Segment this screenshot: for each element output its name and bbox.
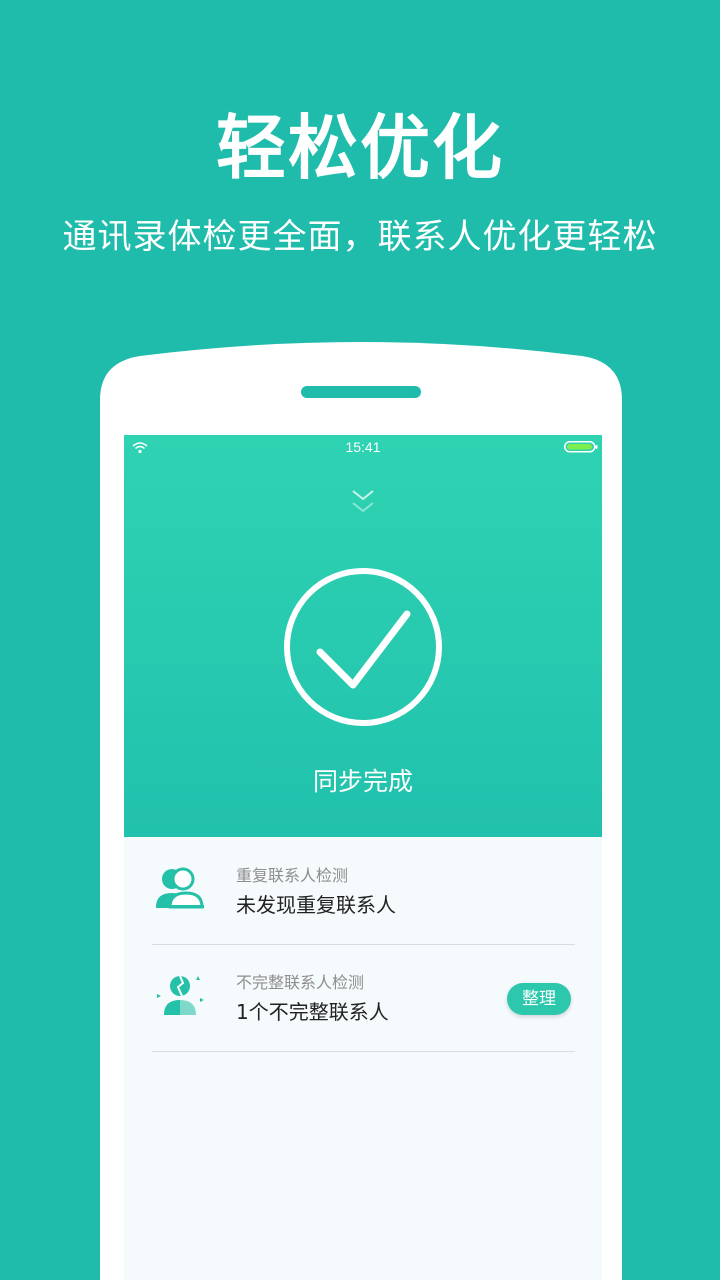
sync-header: 15:41 同步完成	[124, 435, 602, 837]
incomplete-check-row[interactable]: 不完整联系人检测 1个不完整联系人 整理	[152, 944, 575, 1052]
tidy-button[interactable]: 整理	[507, 983, 571, 1015]
incomplete-contact-icon	[157, 975, 204, 1015]
incomplete-check-caption: 不完整联系人检测	[236, 973, 365, 992]
status-time: 15:41	[345, 439, 381, 455]
duplicate-check-caption: 重复联系人检测	[236, 866, 349, 885]
duplicate-check-result: 未发现重复联系人	[236, 893, 396, 917]
double-chevron-down-icon[interactable]	[351, 489, 375, 517]
duplicate-check-row[interactable]: 重复联系人检测 未发现重复联系人	[152, 837, 575, 945]
phone-screen: 15:41 同步完成 重复联系人检测 未发现重复联系人 不完整联系人检测 1个不…	[124, 435, 602, 1280]
sync-status-text: 同步完成	[312, 767, 413, 796]
duplicate-contacts-icon	[156, 867, 204, 909]
check-circle-icon	[284, 568, 442, 726]
battery-icon	[564, 441, 598, 453]
phone-speaker	[301, 386, 421, 398]
incomplete-check-result: 1个不完整联系人	[236, 1000, 389, 1024]
status-bar: 15:41	[124, 435, 602, 461]
